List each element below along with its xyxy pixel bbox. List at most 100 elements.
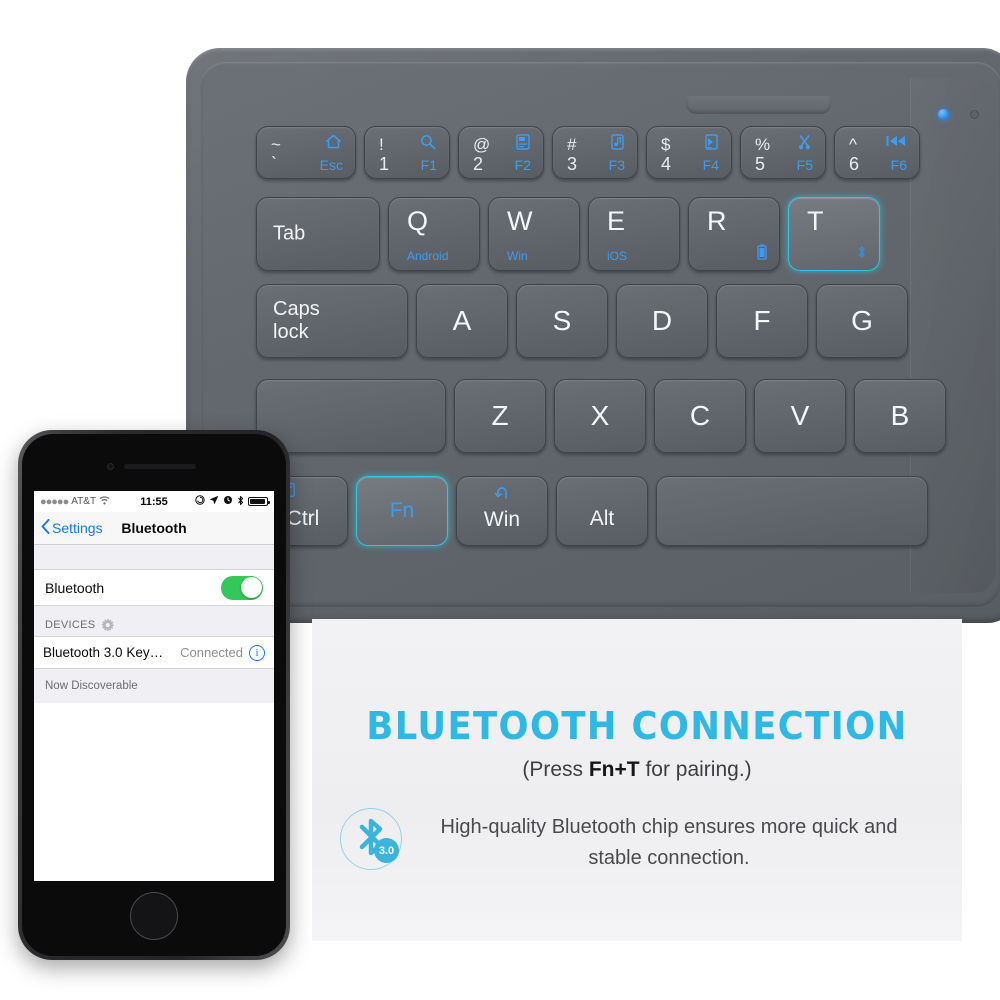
- wifi-icon: [99, 495, 110, 508]
- key-f2[interactable]: @ 2 F2: [458, 126, 544, 179]
- rewind-icon: [886, 134, 906, 152]
- key-label: B: [890, 400, 910, 431]
- paired-device-row[interactable]: Bluetooth 3.0 Key… Connected i: [34, 636, 274, 669]
- battery-icon: [757, 244, 767, 264]
- key-spacebar[interactable]: [656, 476, 928, 546]
- key-symbol-top: #: [567, 135, 577, 154]
- section-gap: [34, 545, 274, 569]
- key-symbol-top: %: [755, 135, 771, 154]
- key-t[interactable]: T: [788, 197, 880, 271]
- key-symbol-bottom: 3: [567, 154, 578, 174]
- key-sublabel: Win: [507, 249, 528, 263]
- key-esc[interactable]: ~ ` Esc: [256, 126, 356, 179]
- key-symbol-bottom: 1: [379, 154, 390, 174]
- key-label: A: [452, 305, 472, 336]
- alarm-icon: [223, 495, 233, 508]
- key-s[interactable]: S: [516, 284, 608, 358]
- key-symbol-bottom: 6: [849, 154, 860, 174]
- info-circle-icon[interactable]: i: [249, 644, 265, 661]
- subtitle-suffix: for pairing.): [639, 758, 752, 781]
- key-f6[interactable]: ^ 6 F6: [834, 126, 920, 179]
- key-fn-label: F1: [420, 157, 437, 173]
- key-tab[interactable]: Tab: [256, 197, 380, 271]
- power-led-indicator: [970, 110, 979, 119]
- key-label: T: [807, 206, 824, 236]
- clock-label: 11:55: [140, 495, 168, 508]
- home-icon: [325, 134, 342, 153]
- bluetooth-toggle-row[interactable]: Bluetooth: [34, 569, 274, 606]
- key-fn[interactable]: Fn: [356, 476, 448, 546]
- key-win[interactable]: Win: [456, 476, 548, 546]
- media-icon: [611, 134, 624, 154]
- key-b[interactable]: B: [854, 379, 946, 453]
- key-w[interactable]: W Win: [488, 197, 580, 271]
- key-sublabel: Android: [407, 249, 449, 263]
- key-label-line2: lock: [273, 321, 309, 343]
- key-f[interactable]: F: [716, 284, 808, 358]
- keyboard-top-notch: [686, 96, 831, 114]
- key-label: Z: [491, 400, 509, 431]
- key-g[interactable]: G: [816, 284, 908, 358]
- key-caps-lock[interactable]: Caps lock: [256, 284, 408, 358]
- key-label: E: [607, 206, 626, 236]
- key-shift-left[interactable]: [256, 379, 446, 453]
- devices-header-label: DEVICES: [45, 619, 96, 631]
- key-z[interactable]: Z: [454, 379, 546, 453]
- keyboard-row-bottom-letters: Z X C V B: [256, 379, 946, 453]
- key-fn-label: Esc: [319, 157, 343, 173]
- key-alt[interactable]: Alt: [556, 476, 648, 546]
- copy-icon: [704, 134, 718, 154]
- carrier-label: AT&T: [71, 496, 97, 507]
- product-marketing-image: ~ ` Esc ! 1 F1 @ 2 F2 # 3 F3 $ 4 F4 % 5 …: [0, 0, 1000, 1000]
- key-label: V: [790, 400, 810, 431]
- key-x[interactable]: X: [554, 379, 646, 453]
- bluetooth-led-indicator: [938, 109, 949, 120]
- phone-front-face: ●●●●● AT&T 11:55 Settings Bluetooth Blue…: [22, 434, 286, 956]
- home-button-icon[interactable]: [130, 892, 178, 940]
- loading-spinner-icon: [102, 619, 115, 631]
- key-r[interactable]: R: [688, 197, 780, 271]
- key-c[interactable]: C: [654, 379, 746, 453]
- keyboard-row-home: Caps lock A S D F G: [256, 284, 908, 358]
- toggle-knob: [240, 577, 262, 598]
- bluetooth-version-badge: 3.0: [340, 808, 402, 870]
- key-v[interactable]: V: [754, 379, 846, 453]
- bluetooth-toggle-switch[interactable]: [221, 575, 263, 600]
- bluetooth-row-label: Bluetooth: [45, 579, 105, 596]
- key-a[interactable]: A: [416, 284, 508, 358]
- key-fn-label: F6: [890, 157, 907, 173]
- device-status-label: Connected: [180, 645, 243, 660]
- info-panel: BLUETOOTH CONNECTION (Press Fn+T for pai…: [312, 619, 962, 941]
- discoverable-note: Now Discoverable: [34, 669, 274, 703]
- ios-status-bar: ●●●●● AT&T 11:55: [34, 491, 274, 512]
- keyboard-row-qwerty: Tab Q Android W Win E iOS R T: [256, 197, 880, 271]
- key-q[interactable]: Q Android: [388, 197, 480, 271]
- key-label: D: [651, 305, 673, 336]
- key-label: Fn: [389, 499, 415, 522]
- app-switch-icon: [516, 134, 530, 154]
- key-label: G: [851, 305, 873, 336]
- key-symbol-bottom: 5: [755, 154, 766, 174]
- key-f5[interactable]: % 5 F5: [740, 126, 826, 179]
- key-label: W: [507, 206, 533, 236]
- key-f3[interactable]: # 3 F3: [552, 126, 638, 179]
- subtitle-prefix: (Press: [522, 758, 589, 781]
- key-e[interactable]: E iOS: [588, 197, 680, 271]
- key-label: Q: [407, 206, 429, 236]
- key-d[interactable]: D: [616, 284, 708, 358]
- info-panel-body-text: High-quality Bluetooth chip ensures more…: [440, 816, 898, 869]
- earpiece-speaker: [124, 464, 196, 469]
- front-camera-icon: [107, 463, 114, 470]
- key-symbol-top: @: [473, 135, 491, 154]
- key-f4[interactable]: $ 4 F4: [646, 126, 732, 179]
- page-title: Bluetooth: [121, 520, 187, 536]
- info-panel-subtitle: (Press Fn+T for pairing.): [312, 758, 962, 782]
- key-symbol-top: ~: [271, 135, 281, 154]
- smartphone: ●●●●● AT&T 11:55 Settings Bluetooth Blue…: [18, 430, 290, 960]
- subtitle-keys: Fn+T: [588, 758, 640, 781]
- bluetooth-version-label: 3.0: [374, 838, 399, 863]
- status-bar-right: [168, 495, 270, 509]
- key-fn-label: F5: [796, 157, 813, 173]
- key-f1[interactable]: ! 1 F1: [364, 126, 450, 179]
- key-fn-label: F2: [514, 157, 531, 173]
